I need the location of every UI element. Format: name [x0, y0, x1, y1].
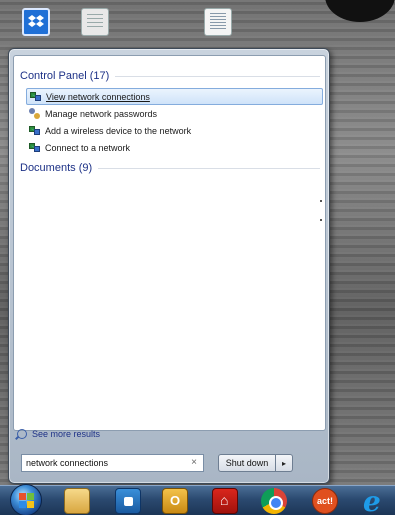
- group-header-control-panel[interactable]: Control Panel (17): [20, 68, 320, 84]
- separator-dot: [320, 200, 322, 202]
- act-icon[interactable]: act!: [312, 488, 338, 514]
- document-icon[interactable]: [81, 8, 109, 36]
- see-more-label: See more results: [32, 429, 101, 439]
- search-input-value: network connections: [26, 458, 109, 468]
- shutdown-label: Shut down: [225, 458, 269, 468]
- group-divider: [98, 167, 320, 169]
- magnifier-icon: [17, 429, 27, 439]
- ie-label: e: [363, 485, 381, 515]
- start-menu: Control Panel (17) View network connecti…: [8, 48, 330, 484]
- internet-explorer-icon[interactable]: e: [360, 485, 386, 515]
- result-connect-to-network[interactable]: Connect to a network: [26, 139, 323, 156]
- see-more-results-link[interactable]: See more results: [17, 426, 100, 442]
- network-icon: [30, 91, 41, 102]
- windows-explorer-icon[interactable]: [64, 488, 90, 514]
- clear-search-icon[interactable]: ×: [191, 457, 197, 468]
- document-icon[interactable]: [204, 8, 232, 36]
- network-icon: [29, 125, 40, 136]
- chevron-right-icon: ▸: [281, 458, 286, 468]
- taskbar: act! e: [0, 484, 395, 515]
- outlook-icon[interactable]: [162, 488, 188, 514]
- network-icon: [29, 142, 40, 153]
- dropbox-icon[interactable]: [22, 8, 50, 36]
- desktop-shape: [325, 0, 395, 22]
- act-label: act!: [317, 496, 334, 506]
- search-results-pane: Control Panel (17) View network connecti…: [13, 55, 326, 431]
- group-header-documents[interactable]: Documents (9): [20, 160, 320, 176]
- start-orb[interactable]: [10, 484, 42, 515]
- outlook-icon[interactable]: [115, 488, 141, 514]
- result-add-wireless-device[interactable]: Add a wireless device to the network: [26, 122, 323, 139]
- result-view-network-connections[interactable]: View network connections: [26, 88, 323, 105]
- separator-dot: [320, 219, 322, 221]
- credentials-icon: [29, 108, 40, 119]
- shutdown-button[interactable]: Shut down: [218, 454, 276, 472]
- group-divider: [115, 75, 320, 77]
- result-label: View network connections: [46, 91, 150, 102]
- result-label: Add a wireless device to the network: [45, 125, 192, 136]
- desktop-icons: [0, 0, 395, 44]
- result-manage-network-passwords[interactable]: Manage network passwords: [26, 105, 323, 122]
- acrobat-icon[interactable]: [212, 488, 238, 514]
- search-input[interactable]: network connections ×: [21, 454, 204, 472]
- result-label: Manage network passwords: [45, 108, 158, 119]
- group-header-label: Documents (9): [20, 162, 93, 174]
- shutdown-options-button[interactable]: ▸: [276, 454, 293, 472]
- chrome-icon[interactable]: [261, 488, 287, 514]
- group-header-label: Control Panel (17): [20, 70, 110, 82]
- result-label: Connect to a network: [45, 142, 131, 153]
